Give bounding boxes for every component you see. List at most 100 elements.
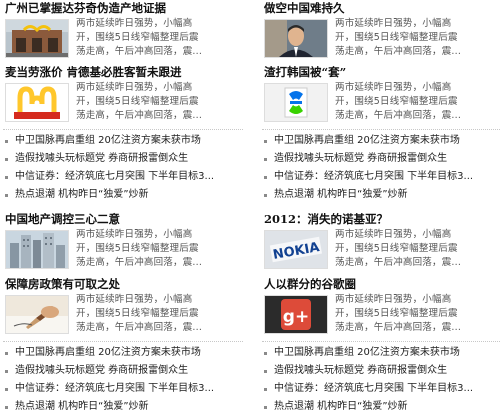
nokia-logo[interactable]: NOKIA xyxy=(264,230,328,269)
list-item-text: 造假找噱头玩标题党 券商研报雷倒众生 xyxy=(15,365,189,376)
list-item[interactable]: 中信证券：经济筑底七月突围 下半年目标3... xyxy=(3,168,243,186)
list-item[interactable]: 造假找噱头玩标题党 券商研报雷倒众生 xyxy=(262,362,500,380)
divider xyxy=(262,129,500,130)
summary-line: 两市延续昨日强势，小幅高 xyxy=(335,294,452,305)
bullet-icon xyxy=(264,176,267,179)
bullet-icon xyxy=(5,406,8,409)
bullet-icon xyxy=(264,158,267,161)
list-item[interactable]: 中卫国脉再启重组 20亿注资方案未获市场 xyxy=(3,132,243,150)
news-headline[interactable]: 2012：消失的诺基亚？ xyxy=(264,211,388,227)
news-block: 麦当劳涨价 肯德基必胜客暂未跟进 两市延续昨日强势，小幅高 开，围绕5日线窄幅整… xyxy=(3,64,243,124)
google-plus-logo[interactable]: g+ xyxy=(264,295,328,334)
list-item-text: 中信证券：经济筑底七月突围 下半年目标3... xyxy=(274,171,474,182)
list-item-text: 中卫国脉再启重组 20亿注资方案未获市场 xyxy=(274,347,460,358)
list-item[interactable]: 热点退潮 机构昨日“独爱”炒新 xyxy=(3,398,243,416)
list-item-text: 中信证券：经济筑底七月突围 下半年目标3... xyxy=(15,383,215,394)
divider xyxy=(262,341,500,342)
news-headline[interactable]: 渣打韩国被“套” xyxy=(264,64,346,80)
news-block: 中国地产调控三心二意 两市延续昨日强势，小幅高 开，围绕5日线窄幅整理后震 荡走… xyxy=(3,211,243,271)
summary-line: 开，围绕5日线窄幅整理后震 xyxy=(76,243,199,254)
mcdonalds-logo[interactable] xyxy=(5,83,69,122)
list-item[interactable]: 中卫国脉再启重组 20亿注资方案未获市场 xyxy=(262,344,500,362)
summary-line: 荡走高，午后冲高回落，震... xyxy=(76,110,203,121)
summary-line: 两市延续昨日强势，小幅高 xyxy=(76,18,193,29)
news-summary: 两市延续昨日强势，小幅高 开，围绕5日线窄幅整理后震 荡走高，午后冲高回落，震.… xyxy=(335,17,500,59)
summary-line: 开，围绕5日线窄幅整理后震 xyxy=(335,243,458,254)
headline-list: 中卫国脉再启重组 20亿注资方案未获市场 造假找噱头玩标题党 券商研报雷倒众生 … xyxy=(3,344,243,416)
summary-line: 开，围绕5日线窄幅整理后震 xyxy=(335,308,458,319)
summary-line: 开，围绕5日线窄幅整理后震 xyxy=(76,308,199,319)
bullet-icon xyxy=(5,370,8,373)
list-item[interactable]: 热点退潮 机构昨日“独爱”炒新 xyxy=(262,186,500,204)
news-page: 广州已掌握达芬奇伪造产地证据 两市延续昨日强势，小幅高 开，围绕5日线窄幅整理后… xyxy=(0,0,500,412)
summary-line: 荡走高，午后冲高回落，震... xyxy=(335,322,462,333)
news-headline[interactable]: 人以群分的谷歌圈 xyxy=(264,276,356,292)
news-block: 做空中国难持久 两市延续昨日强势，小幅高 开，围绕5日线窄幅整理后震 荡走高，午… xyxy=(262,0,500,60)
summary-line: 荡走高，午后冲高回落，震... xyxy=(76,257,203,268)
city-buildings-photo[interactable] xyxy=(5,230,69,269)
google-plus-logo-text: g+ xyxy=(283,307,309,327)
bullet-icon xyxy=(264,406,267,409)
list-item[interactable]: 中信证券：经济筑底七月突围 下半年目标3... xyxy=(262,168,500,186)
list-item-text: 中信证券：经济筑底七月突围 下半年目标3... xyxy=(274,383,474,394)
list-item-text: 中卫国脉再启重组 20亿注资方案未获市场 xyxy=(274,135,460,146)
bullet-icon xyxy=(264,388,267,391)
summary-line: 两市延续昨日强势，小幅高 xyxy=(76,82,193,93)
list-item[interactable]: 中卫国脉再启重组 20亿注资方案未获市场 xyxy=(262,132,500,150)
list-item-text: 造假找噱头玩标题党 券商研报雷倒众生 xyxy=(15,153,189,164)
bullet-icon xyxy=(5,140,8,143)
list-item[interactable]: 中信证券：经济筑底七月突围 下半年目标3... xyxy=(262,380,500,398)
bullet-icon xyxy=(5,158,8,161)
list-item[interactable]: 造假找噱头玩标题党 券商研报雷倒众生 xyxy=(3,150,243,168)
divider xyxy=(3,341,243,342)
summary-line: 两市延续昨日强势，小幅高 xyxy=(76,229,193,240)
summary-line: 荡走高，午后冲高回落，震... xyxy=(335,257,462,268)
mcdonalds-restaurant-photo[interactable] xyxy=(5,19,69,58)
headline-list: 中卫国脉再启重组 20亿注资方案未获市场 造假找噱头玩标题党 券商研报雷倒众生 … xyxy=(3,132,243,204)
list-item-text: 热点退潮 机构昨日“独爱”炒新 xyxy=(274,401,408,412)
news-block: 广州已掌握达芬奇伪造产地证据 两市延续昨日强势，小幅高 开，围绕5日线窄幅整理后… xyxy=(3,0,243,60)
businessman-portrait-photo[interactable] xyxy=(264,19,328,58)
bullet-icon xyxy=(5,388,8,391)
news-summary: 两市延续昨日强势，小幅高 开，围绕5日线窄幅整理后震 荡走高，午后冲高回落，震.… xyxy=(335,228,500,270)
list-item-text: 热点退潮 机构昨日“独爱”炒新 xyxy=(15,189,149,200)
list-item[interactable]: 中卫国脉再启重组 20亿注资方案未获市场 xyxy=(3,344,243,362)
summary-line: 两市延续昨日强势，小幅高 xyxy=(335,229,452,240)
divider xyxy=(3,129,243,130)
news-headline[interactable]: 广州已掌握达芬奇伪造产地证据 xyxy=(5,0,166,16)
summary-line: 开，围绕5日线窄幅整理后震 xyxy=(76,96,199,107)
summary-line: 荡走高，午后冲高回落，震... xyxy=(76,322,203,333)
news-block: 2012：消失的诺基亚？ NOKIA 两市延续昨日强势，小幅高 开，围绕5日线窄… xyxy=(262,211,500,271)
list-item[interactable]: 热点退潮 机构昨日“独爱”炒新 xyxy=(262,398,500,416)
news-summary: 两市延续昨日强势，小幅高 开，围绕5日线窄幅整理后震 荡走高，午后冲高回落，震.… xyxy=(76,17,241,59)
summary-line: 荡走高，午后冲高回落，震... xyxy=(76,46,203,57)
list-item[interactable]: 中信证券：经济筑底七月突围 下半年目标3... xyxy=(3,380,243,398)
bullet-icon xyxy=(264,194,267,197)
bullet-icon xyxy=(264,370,267,373)
summary-line: 荡走高，午后冲高回落，震... xyxy=(335,46,462,57)
bullet-icon xyxy=(5,176,8,179)
news-block: 渣打韩国被“套” 两市延续昨日强势，小幅高 开，围绕5日线窄幅整理后震 荡走高，… xyxy=(262,64,500,124)
summary-line: 两市延续昨日强势，小幅高 xyxy=(335,18,452,29)
news-headline[interactable]: 麦当劳涨价 肯德基必胜客暂未跟进 xyxy=(5,64,182,80)
bullet-icon xyxy=(5,352,8,355)
standard-chartered-logo[interactable] xyxy=(264,83,328,122)
news-headline[interactable]: 中国地产调控三心二意 xyxy=(5,211,120,227)
bullet-icon xyxy=(264,352,267,355)
list-item-text: 中卫国脉再启重组 20亿注资方案未获市场 xyxy=(15,347,201,358)
summary-line: 两市延续昨日强势，小幅高 xyxy=(76,294,193,305)
writing-hand-photo[interactable] xyxy=(5,295,69,334)
list-item-text: 造假找噱头玩标题党 券商研报雷倒众生 xyxy=(274,365,448,376)
news-headline[interactable]: 做空中国难持久 xyxy=(264,0,345,16)
summary-line: 荡走高，午后冲高回落，震... xyxy=(335,110,462,121)
list-item[interactable]: 造假找噱头玩标题党 券商研报雷倒众生 xyxy=(3,362,243,380)
bullet-icon xyxy=(5,194,8,197)
news-headline[interactable]: 保障房政策有可取之处 xyxy=(5,276,120,292)
news-summary: 两市延续昨日强势，小幅高 开，围绕5日线窄幅整理后震 荡走高，午后冲高回落，震.… xyxy=(335,293,500,335)
list-item[interactable]: 造假找噱头玩标题党 券商研报雷倒众生 xyxy=(262,150,500,168)
list-item[interactable]: 热点退潮 机构昨日“独爱”炒新 xyxy=(3,186,243,204)
summary-line: 开，围绕5日线窄幅整理后震 xyxy=(335,32,458,43)
news-summary: 两市延续昨日强势，小幅高 开，围绕5日线窄幅整理后震 荡走高，午后冲高回落，震.… xyxy=(76,293,241,335)
list-item-text: 造假找噱头玩标题党 券商研报雷倒众生 xyxy=(274,153,448,164)
news-block: 保障房政策有可取之处 两市延续昨日强势，小幅高 开，围绕5日线窄幅整理后震 荡走… xyxy=(3,276,243,336)
